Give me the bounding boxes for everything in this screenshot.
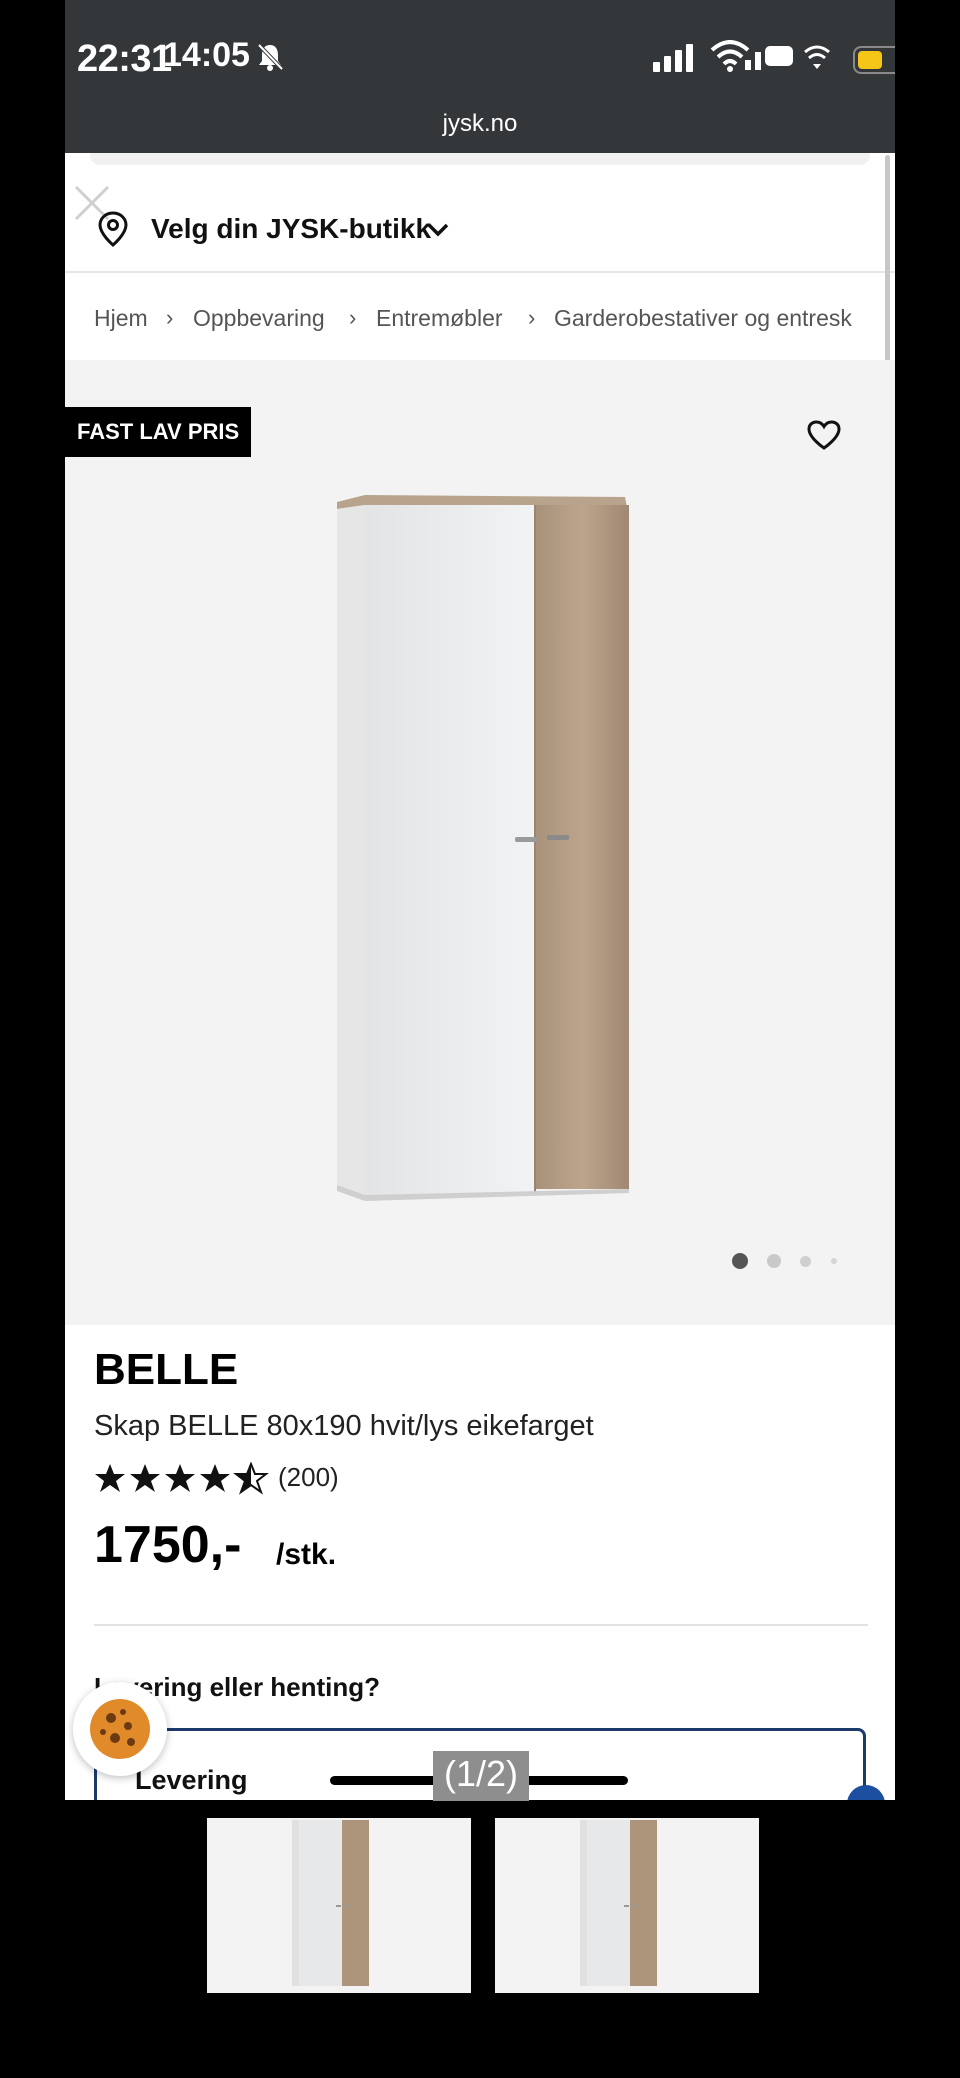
address-bar-url[interactable]: jysk.no [65,110,895,138]
breadcrumb-home[interactable]: Hjem [94,305,148,332]
breadcrumb-separator-icon: › [166,305,174,330]
thumbnail-2[interactable] [495,1818,759,1993]
viewer-page-indicator: (1/2) [443,1753,519,1794]
breadcrumb-wardrobes[interactable]: Garderobestativer og entresk [554,305,852,332]
thumbnail-cabinet-image [580,1820,657,1986]
page-scrollbar[interactable] [885,155,890,370]
breadcrumb-hallway[interactable]: Entremøbler [376,305,503,332]
price-unit: /stk. [276,1538,337,1571]
thumbnail-1[interactable] [207,1818,471,1993]
chevron-down-icon[interactable] [427,223,449,237]
search-bar-edge [90,153,870,165]
carousel-dot-active[interactable] [732,1253,748,1269]
price-badge: FAST LAV PRIS [65,407,252,457]
store-selector-label[interactable]: Velg din JYSK-butikk [151,213,431,245]
status-time-overlay: 14:05 [163,36,250,74]
breadcrumb-separator-icon: › [349,305,357,330]
cookie-settings-button[interactable] [73,1682,167,1776]
carousel-dot[interactable] [767,1254,781,1268]
status-time: 22:31 [77,38,172,80]
cookie-icon [90,1699,150,1759]
thumbnail-cabinet-image [292,1820,369,1986]
carousel-dot[interactable] [800,1256,811,1267]
breadcrumb-storage[interactable]: Oppbevaring [193,305,325,332]
status-bar: 22:31 14:05 jysk.no [65,0,895,153]
wifi-icon [710,40,750,72]
mute-bell-icon [257,43,284,71]
section-divider [94,1624,868,1626]
signal-icon [653,44,693,72]
product-price: 1750,- [94,1516,242,1574]
breadcrumb-separator-icon: › [528,305,536,330]
carousel-dot[interactable] [831,1258,837,1264]
review-count[interactable]: (200) [278,1462,339,1493]
breadcrumb: Hjem › Oppbevaring › Entremøbler › Garde… [65,275,895,360]
product-image-cabinet [337,495,629,1201]
phone-screen: 22:31 14:05 jysk.no Velg din JYSK-butikk… [65,0,895,1800]
rating-stars[interactable] [94,1462,270,1496]
product-brand: BELLE [94,1345,239,1394]
product-name: Skap BELLE 80x190 hvit/lys eikefarget [94,1410,594,1442]
store-selector[interactable]: Velg din JYSK-butikk [65,153,895,273]
product-image-gallery[interactable]: FAST LAV PRIS [65,360,895,1325]
battery-overlay-icon [745,45,830,70]
battery-icon [853,46,895,74]
location-pin-icon [98,211,128,247]
heart-icon[interactable] [807,420,841,450]
